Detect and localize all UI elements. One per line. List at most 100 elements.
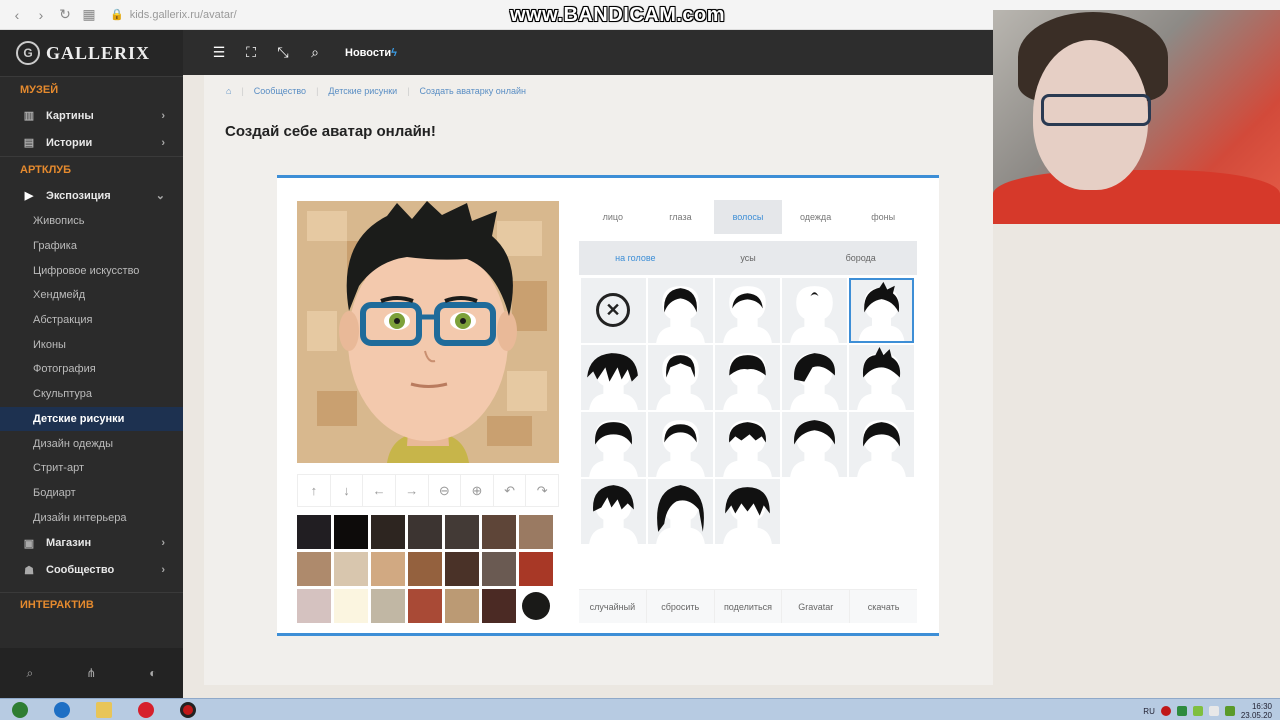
sidebar-subitem[interactable]: Детские рисунки xyxy=(0,406,183,432)
explorer-icon[interactable] xyxy=(84,699,124,720)
move-down-icon[interactable]: ↓ xyxy=(331,475,364,506)
color-swatch[interactable] xyxy=(334,552,368,586)
search-icon[interactable]: ⌕ xyxy=(26,666,33,681)
color-swatch[interactable] xyxy=(371,515,405,549)
move-up-icon[interactable]: ↑ xyxy=(298,475,331,506)
forward-icon[interactable]: › xyxy=(30,4,52,26)
hair-style-option[interactable] xyxy=(782,345,847,410)
back-icon[interactable]: ‹ xyxy=(6,4,28,26)
fullscreen-icon[interactable]: ⛶ xyxy=(235,44,267,61)
hair-style-option[interactable] xyxy=(849,278,914,343)
rotate-left-icon[interactable]: ↶ xyxy=(494,475,527,506)
zoom-in-icon[interactable]: ⊕ xyxy=(461,475,494,506)
contrast-icon[interactable]: ◐ xyxy=(149,666,156,680)
sidebar-subitem[interactable]: Хендмейд xyxy=(0,283,183,308)
hair-style-option[interactable] xyxy=(581,345,646,410)
hair-style-option[interactable] xyxy=(782,278,847,343)
color-swatch[interactable] xyxy=(519,552,553,586)
sidebar-item-exposition[interactable]: ▶ Экспозиция ⌄ xyxy=(0,182,183,209)
search-icon[interactable]: ⌕ xyxy=(299,44,331,61)
hair-style-option[interactable] xyxy=(715,412,780,477)
sidebar-item-paintings[interactable]: ▥ Картины › xyxy=(0,102,183,129)
sidebar-subitem[interactable]: Графика xyxy=(0,234,183,259)
hair-style-option[interactable] xyxy=(715,345,780,410)
ie-icon[interactable] xyxy=(42,699,82,720)
hair-style-option[interactable] xyxy=(849,412,914,477)
tab-0[interactable]: лицо xyxy=(579,200,647,234)
hair-style-option[interactable] xyxy=(849,345,914,410)
tab-1[interactable]: глаза xyxy=(647,200,715,234)
bandicam-icon[interactable] xyxy=(168,699,208,720)
hair-style-option[interactable] xyxy=(581,412,646,477)
color-swatch[interactable] xyxy=(297,515,331,549)
tab-4[interactable]: фоны xyxy=(849,200,917,234)
hair-style-option[interactable] xyxy=(715,479,780,544)
color-swatch[interactable] xyxy=(482,589,516,623)
menu-icon[interactable]: ☰ xyxy=(203,44,235,61)
speed-dial-icon[interactable]: ▦ xyxy=(78,4,100,26)
opera-icon[interactable] xyxy=(126,699,166,720)
record-icon[interactable] xyxy=(1160,706,1171,716)
sidebar-item-shop[interactable]: ▣ Магазин › xyxy=(0,530,183,557)
hair-style-option[interactable] xyxy=(715,278,780,343)
color-swatch[interactable] xyxy=(334,515,368,549)
rotate-right-icon[interactable]: ↷ xyxy=(526,475,558,506)
no-hair-option[interactable]: ✕ xyxy=(581,278,646,343)
hair-style-option[interactable] xyxy=(648,479,713,544)
color-swatch[interactable] xyxy=(482,552,516,586)
color-swatch[interactable] xyxy=(482,515,516,549)
sidebar-subitem[interactable]: Фотография xyxy=(0,357,183,382)
volume-icon[interactable] xyxy=(1208,706,1219,716)
zoom-out-icon[interactable]: ⊖ xyxy=(429,475,462,506)
sidebar-subitem[interactable]: Иконы xyxy=(0,332,183,357)
breadcrumb-create-avatar[interactable]: Создать аватарку онлайн xyxy=(420,86,527,96)
subtab-2[interactable]: борода xyxy=(804,241,917,275)
sidebar-item-community[interactable]: ☗ Сообщество › xyxy=(0,557,183,584)
color-swatch[interactable] xyxy=(371,589,405,623)
hair-style-option[interactable] xyxy=(782,412,847,477)
clock[interactable]: 16:30 23.05.20 xyxy=(1241,702,1272,720)
network-icon[interactable] xyxy=(1192,706,1203,716)
color-swatch[interactable] xyxy=(408,589,442,623)
sidebar-subitem[interactable]: Живопись xyxy=(0,209,183,234)
hair-style-option[interactable] xyxy=(648,345,713,410)
action-button-0[interactable]: случайный xyxy=(579,590,647,623)
shield-icon[interactable] xyxy=(1176,706,1187,716)
hair-style-option[interactable] xyxy=(648,412,713,477)
action-button-2[interactable]: поделиться xyxy=(714,590,783,623)
subtab-1[interactable]: усы xyxy=(692,241,805,275)
sidebar-subitem[interactable]: Стрит-арт xyxy=(0,456,183,481)
action-button-4[interactable]: скачать xyxy=(850,590,917,623)
reload-icon[interactable]: ↻ xyxy=(54,4,76,26)
breadcrumb-kids-drawings[interactable]: Детские рисунки xyxy=(328,86,397,96)
color-swatch[interactable] xyxy=(522,592,550,620)
sidebar-subitem[interactable]: Дизайн одежды xyxy=(0,431,183,456)
breadcrumb-community[interactable]: Сообщество xyxy=(254,86,306,96)
tab-2[interactable]: волосы xyxy=(714,200,782,234)
hair-style-option[interactable] xyxy=(648,278,713,343)
color-swatch[interactable] xyxy=(445,589,479,623)
start-button[interactable] xyxy=(0,699,40,720)
color-swatch[interactable] xyxy=(334,589,368,623)
color-swatch[interactable] xyxy=(371,552,405,586)
battery-icon[interactable] xyxy=(1224,706,1235,716)
sidebar-subitem[interactable]: Бодиарт xyxy=(0,481,183,506)
language-indicator[interactable]: RU xyxy=(1143,707,1155,716)
action-button-1[interactable]: сбросить xyxy=(646,590,715,623)
action-button-3[interactable]: Gravatar xyxy=(782,590,851,623)
home-icon[interactable]: ⌂ xyxy=(226,86,231,96)
sidebar-subitem[interactable]: Дизайн интерьера xyxy=(0,505,183,530)
sidebar-subitem[interactable]: Абстракция xyxy=(0,308,183,333)
tab-3[interactable]: одежда xyxy=(782,200,850,234)
color-swatch[interactable] xyxy=(408,515,442,549)
hair-style-option[interactable] xyxy=(581,479,646,544)
color-swatch[interactable] xyxy=(408,552,442,586)
collapse-icon[interactable]: ⤡ xyxy=(267,44,299,61)
move-left-icon[interactable]: ← xyxy=(363,475,396,506)
news-link[interactable]: Новостиϟ xyxy=(345,47,397,59)
sidebar-subitem[interactable]: Скульптура xyxy=(0,382,183,407)
color-swatch[interactable] xyxy=(297,552,331,586)
subtab-0[interactable]: на голове xyxy=(579,241,692,275)
site-logo[interactable]: G GALLERIX xyxy=(0,30,183,76)
sidebar-item-stories[interactable]: ▤ Истории › xyxy=(0,129,183,156)
